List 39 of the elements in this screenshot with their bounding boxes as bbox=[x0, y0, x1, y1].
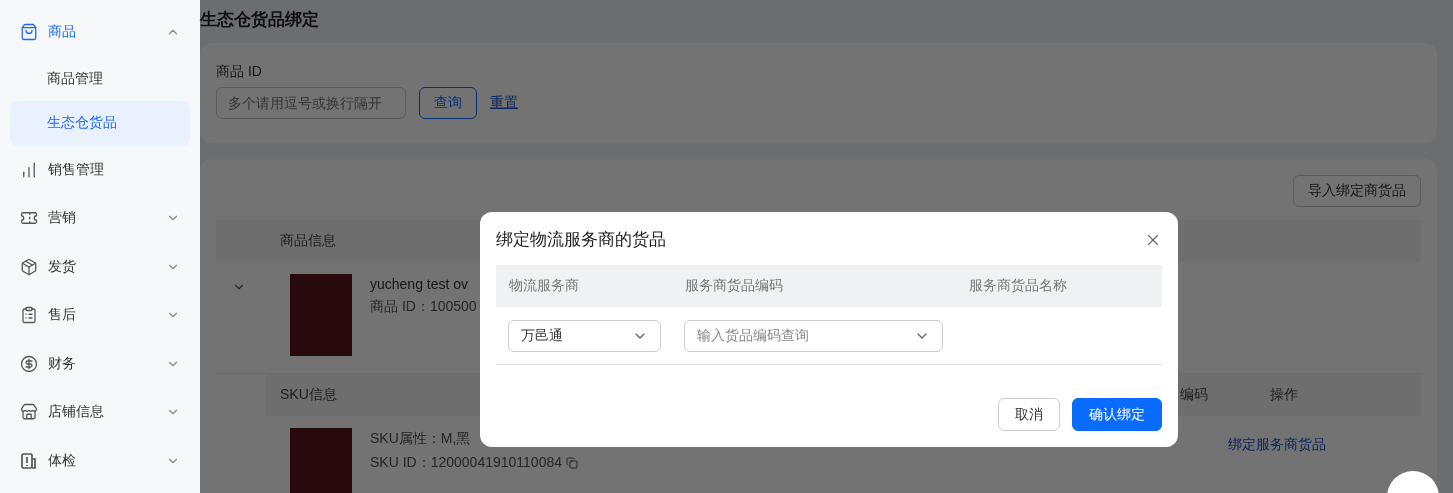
product-id: 商品 ID：100500 bbox=[370, 298, 477, 316]
product-name: yucheng test ov bbox=[370, 276, 470, 292]
sku-attributes: SKU属性：M,黑 bbox=[370, 430, 472, 448]
sidebar-subitem[interactable]: 商品管理 bbox=[10, 56, 190, 101]
sidebar-subitem[interactable]: 生态仓货品 bbox=[10, 101, 190, 146]
sidebar-item[interactable]: 发货 bbox=[10, 242, 190, 291]
import-button[interactable]: 导入绑定商货品 bbox=[1293, 175, 1421, 207]
cancel-button[interactable]: 取消 bbox=[998, 398, 1060, 431]
column-header: SKU信息 bbox=[280, 386, 338, 404]
sku-id: SKU ID：12000041910110084 bbox=[370, 454, 562, 472]
search-field[interactable]: 多个请用逗号或换行隔开 bbox=[216, 87, 406, 119]
page-title: 生态仓货品绑定 bbox=[200, 9, 320, 31]
alert-icon bbox=[20, 451, 38, 470]
column-header: 物流服务商 bbox=[509, 277, 579, 293]
field-label: 商品 ID bbox=[216, 63, 263, 81]
column-header: 服务商货品编码 bbox=[685, 277, 783, 293]
copy-icon[interactable] bbox=[566, 457, 578, 469]
sidebar-item[interactable]: 营销 bbox=[10, 194, 190, 243]
sidebar-item[interactable]: 售后 bbox=[10, 291, 190, 340]
sidebar-item[interactable]: 财务 bbox=[10, 339, 190, 388]
store-icon bbox=[20, 403, 38, 422]
column-header: 操作 bbox=[1270, 386, 1298, 404]
sidebar-item[interactable]: 商品 bbox=[10, 8, 190, 57]
code-select[interactable]: 输入货品编码查询 bbox=[684, 319, 943, 352]
sidebar-item[interactable]: 销售管理 bbox=[10, 145, 190, 195]
dialog-title: 绑定物流服务商的货品 bbox=[496, 229, 666, 251]
bag-icon bbox=[20, 23, 38, 42]
photo-placeholder bbox=[290, 428, 352, 493]
dollar-icon bbox=[20, 354, 38, 373]
sidebar-item[interactable]: 店铺信息 bbox=[10, 387, 190, 437]
column-header: 商品信息 bbox=[280, 232, 336, 250]
bar-chart-icon bbox=[20, 160, 38, 179]
sidebar-item[interactable]: 体检 bbox=[10, 436, 190, 485]
package-icon bbox=[20, 257, 38, 276]
confirm-button[interactable]: 确认绑定 bbox=[1072, 398, 1162, 431]
column-header: 编码 bbox=[1180, 386, 1209, 404]
column-header: 服务商货品名称 bbox=[969, 277, 1067, 293]
clipboard-icon bbox=[20, 306, 38, 325]
provider-select[interactable]: 万邑通 bbox=[508, 319, 661, 352]
